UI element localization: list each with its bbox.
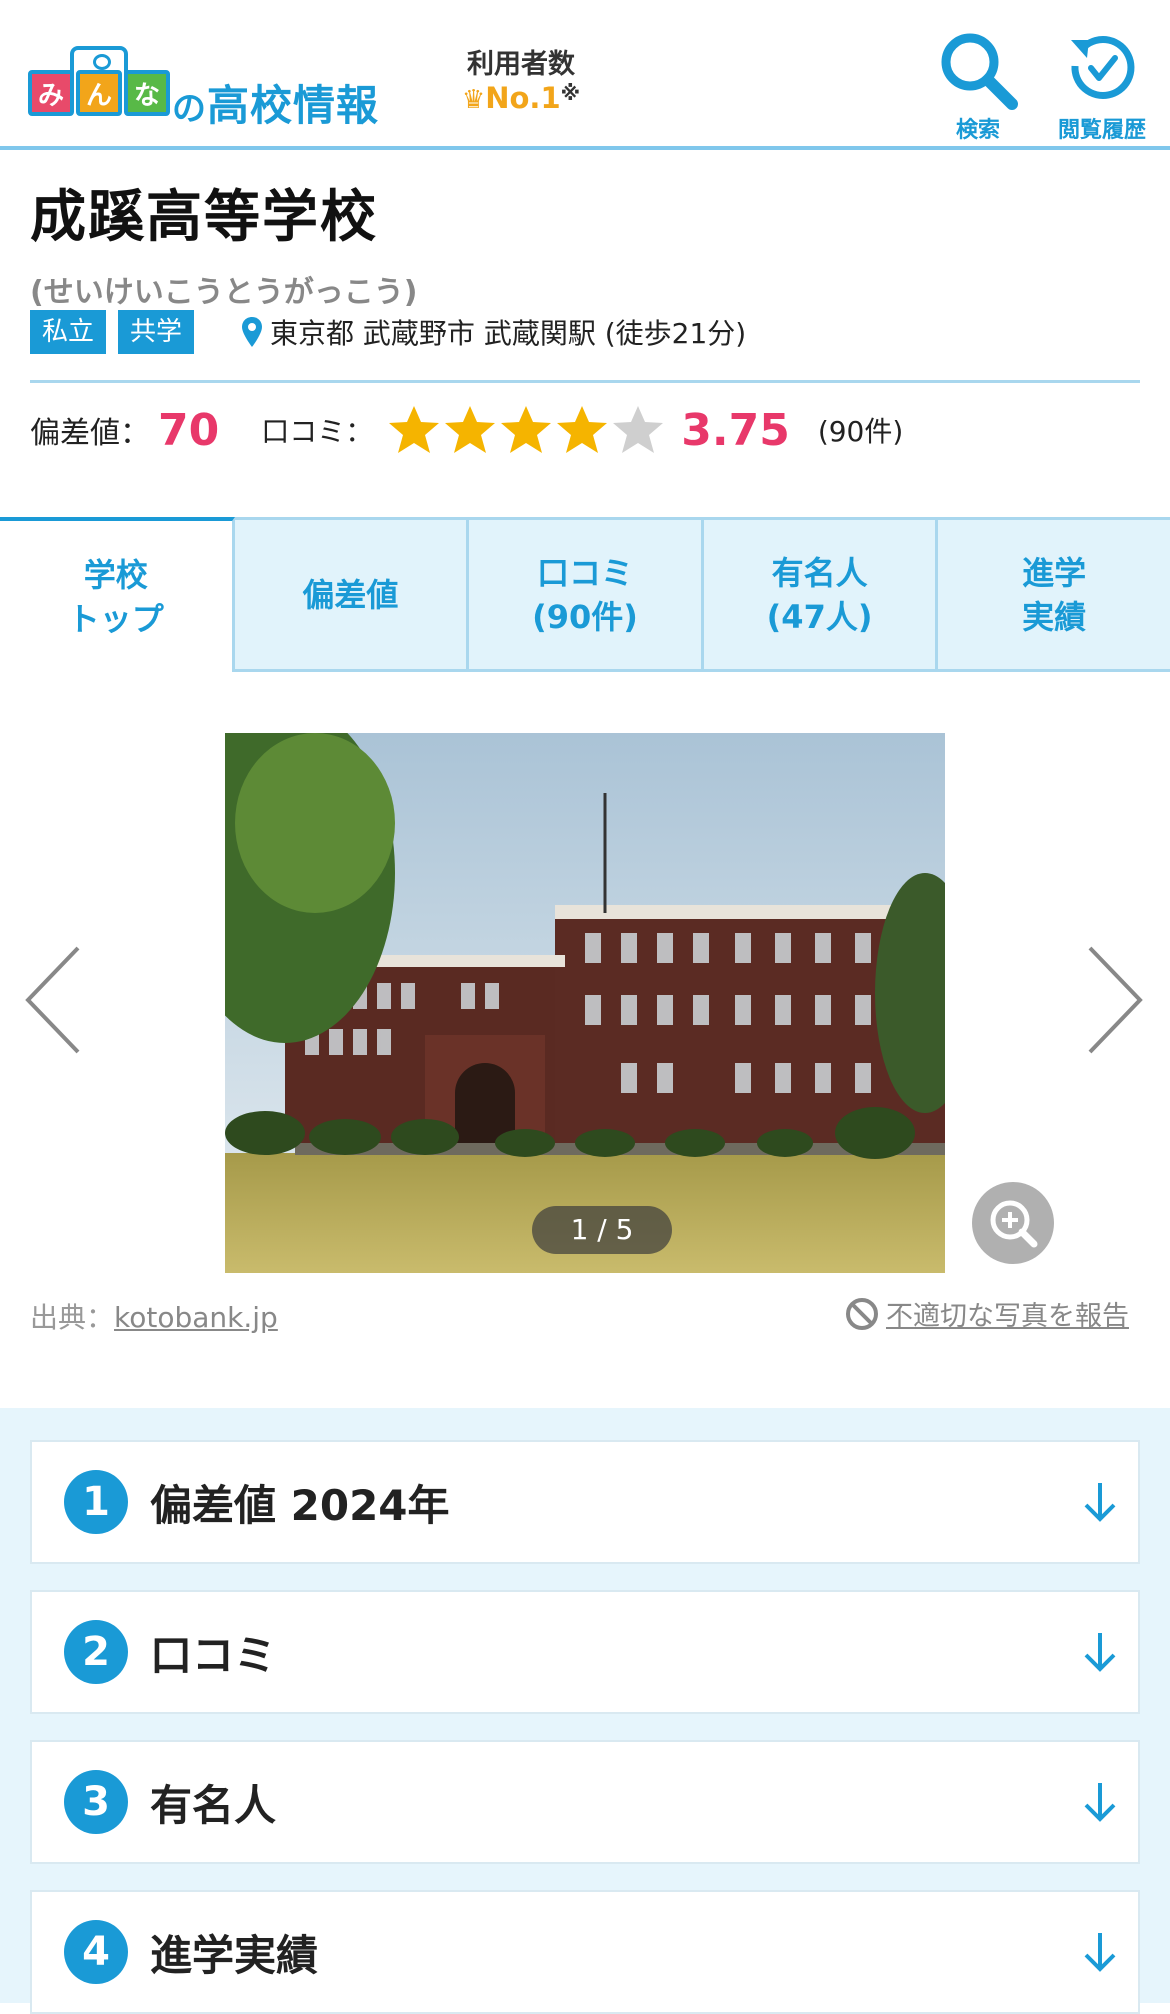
- site-logo[interactable]: み ん な の高校情報: [28, 46, 380, 130]
- star-filled-icon: [389, 406, 440, 453]
- tab-celebrities[interactable]: 有名人 (47人): [703, 520, 939, 672]
- arrow-down-icon: [1084, 1783, 1116, 1822]
- tab-advancement[interactable]: 進学 実績: [938, 520, 1170, 672]
- logo-tile: ん: [76, 70, 122, 116]
- rank-mark: ※: [560, 81, 581, 105]
- photo-credit: 出典：kotobank.jp: [30, 1296, 278, 1336]
- location-text: 東京都 武蔵野市 武蔵関駅 (徒歩21分): [270, 317, 747, 350]
- logo-tile: な: [124, 70, 170, 116]
- section-title: 進学実績: [150, 1930, 319, 1980]
- star-filled-icon: [557, 406, 608, 453]
- tag-coed: 共学: [118, 310, 195, 354]
- tab-school-top[interactable]: 学校 トップ: [0, 517, 235, 672]
- star-empty-icon: [613, 406, 664, 453]
- score-row: 偏差値： 70 口コミ： 3.75 (90件): [30, 400, 903, 460]
- section-title: 偏差値 2024年: [150, 1480, 450, 1530]
- rank-value: ♛No.1※: [450, 81, 592, 115]
- tab-deviation[interactable]: 偏差値: [234, 520, 470, 672]
- school-building-image: [225, 733, 945, 1273]
- history-label: 閲覧履歴: [1057, 118, 1146, 143]
- history-button[interactable]: 閲覧履歴: [1032, 28, 1170, 144]
- section-number: 1: [64, 1470, 128, 1534]
- location-pin-icon: [242, 317, 263, 347]
- school-kana: (せいけいこうとうがっこう): [30, 275, 418, 310]
- credit-link[interactable]: kotobank.jp: [114, 1301, 278, 1334]
- tab-reviews[interactable]: 口コミ (90件): [469, 520, 704, 672]
- credit-prefix: 出典：: [30, 1301, 115, 1334]
- zoom-in-icon: [990, 1200, 1038, 1248]
- prohibited-icon: [846, 1297, 878, 1330]
- history-icon: [1071, 36, 1135, 99]
- rank-label: 利用者数: [467, 49, 575, 80]
- arrow-down-icon: [1084, 1933, 1116, 1972]
- arrow-down-icon: [1084, 1633, 1116, 1672]
- deviation-label: 偏差値：: [30, 416, 150, 451]
- report-photo-link[interactable]: 不適切な写真を報告: [844, 1294, 1129, 1333]
- school-tabs: 学校 トップ 偏差値 口コミ (90件) 有名人 (47人) 進学 実績: [0, 517, 1170, 672]
- logo-no: の: [172, 89, 207, 129]
- review-label: 口コミ：: [261, 415, 374, 448]
- section-number: 3: [64, 1770, 128, 1834]
- prev-photo-arrow-icon[interactable]: [24, 944, 84, 1056]
- school-photo[interactable]: [225, 733, 945, 1273]
- section-advancement[interactable]: 4 進学実績: [30, 1890, 1140, 2014]
- photo-counter: 1 / 5: [532, 1206, 672, 1254]
- rank-badge: 利用者数 ♛No.1※: [450, 42, 592, 115]
- logo-tiles: み ん な: [28, 70, 172, 116]
- section-list: 1 偏差値 2024年 2 口コミ 3 有名人 4 進学実績: [0, 1408, 1170, 2014]
- report-label: 不適切な写真を報告: [886, 1301, 1129, 1332]
- tag-private: 私立: [30, 310, 107, 354]
- zoom-button[interactable]: [972, 1182, 1054, 1264]
- star-filled-icon: [445, 406, 496, 453]
- school-tags: 私立 共学 東京都 武蔵野市 武蔵関駅 (徒歩21分): [30, 310, 746, 354]
- search-icon: [941, 33, 1018, 110]
- school-location: 東京都 武蔵野市 武蔵関駅 (徒歩21分): [242, 312, 746, 352]
- arrow-down-icon: [1084, 1483, 1116, 1522]
- crown-icon: ♛: [461, 85, 486, 115]
- logo-text: の高校情報: [172, 72, 379, 133]
- rating-stars: [387, 403, 667, 457]
- next-photo-arrow-icon[interactable]: [1084, 944, 1144, 1056]
- school-name: 成蹊高等学校: [30, 185, 378, 250]
- section-reviews[interactable]: 2 口コミ: [30, 1590, 1140, 1714]
- site-header: み ん な の高校情報 利用者数 ♛No.1※ 検索 閲覧履歴: [0, 0, 1170, 150]
- rating-value: 3.75: [681, 404, 790, 456]
- star-filled-icon: [501, 406, 552, 453]
- section-number: 4: [64, 1920, 128, 1984]
- search-label: 検索: [955, 118, 1000, 143]
- search-button[interactable]: 検索: [932, 28, 1024, 144]
- section-number: 2: [64, 1620, 128, 1684]
- section-title: 口コミ: [150, 1630, 277, 1680]
- section-deviation[interactable]: 1 偏差値 2024年: [30, 1440, 1140, 1564]
- logo-title: 高校情報: [207, 81, 380, 130]
- rank-no: No.1: [485, 81, 561, 115]
- section-celebrities[interactable]: 3 有名人: [30, 1740, 1140, 1864]
- logo-tile: み: [28, 70, 74, 116]
- deviation-value: 70: [158, 404, 220, 456]
- divider: [30, 380, 1140, 383]
- review-count: (90件): [817, 415, 904, 448]
- section-title: 有名人: [150, 1780, 277, 1830]
- school-heading: 成蹊高等学校 (せいけいこうとうがっこう): [30, 172, 1140, 311]
